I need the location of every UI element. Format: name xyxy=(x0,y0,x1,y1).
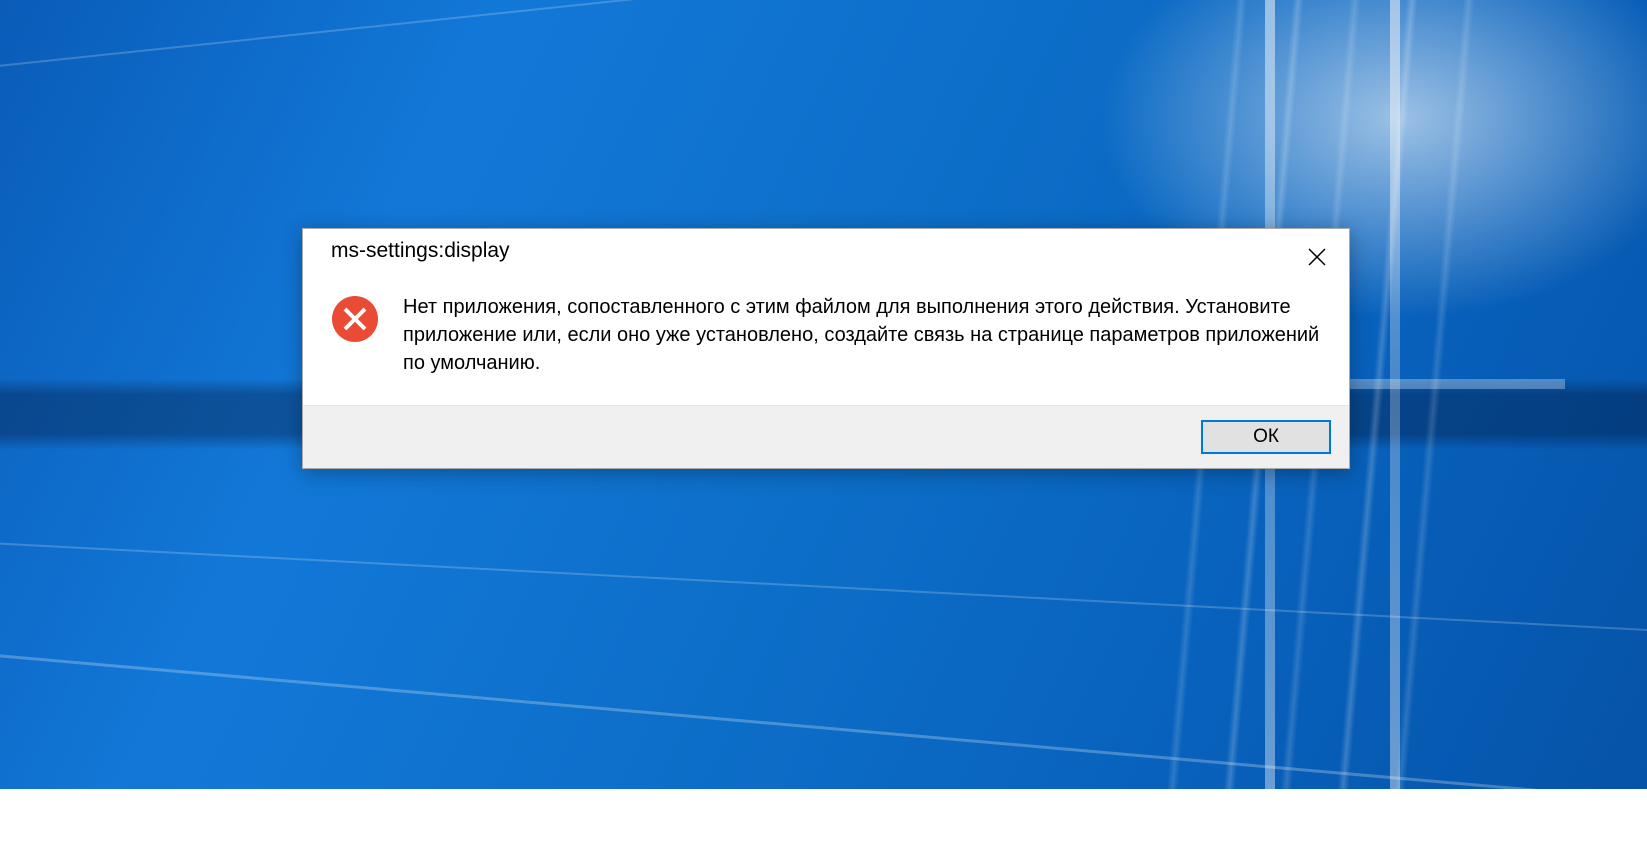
error-icon xyxy=(331,295,379,343)
close-button[interactable] xyxy=(1302,242,1332,272)
close-icon xyxy=(1308,248,1326,266)
desktop-background: ms-settings:display Нет приложения, сопо… xyxy=(0,0,1647,789)
dialog-message: Нет приложения, сопоставленного с этим ф… xyxy=(403,293,1321,377)
error-dialog: ms-settings:display Нет приложения, сопо… xyxy=(302,228,1350,469)
dialog-footer: ОК xyxy=(303,405,1349,468)
dialog-title: ms-settings:display xyxy=(331,239,510,263)
dialog-body: Нет приложения, сопоставленного с этим ф… xyxy=(303,271,1349,405)
dialog-titlebar[interactable]: ms-settings:display xyxy=(303,229,1349,271)
ok-button[interactable]: ОК xyxy=(1201,420,1331,454)
